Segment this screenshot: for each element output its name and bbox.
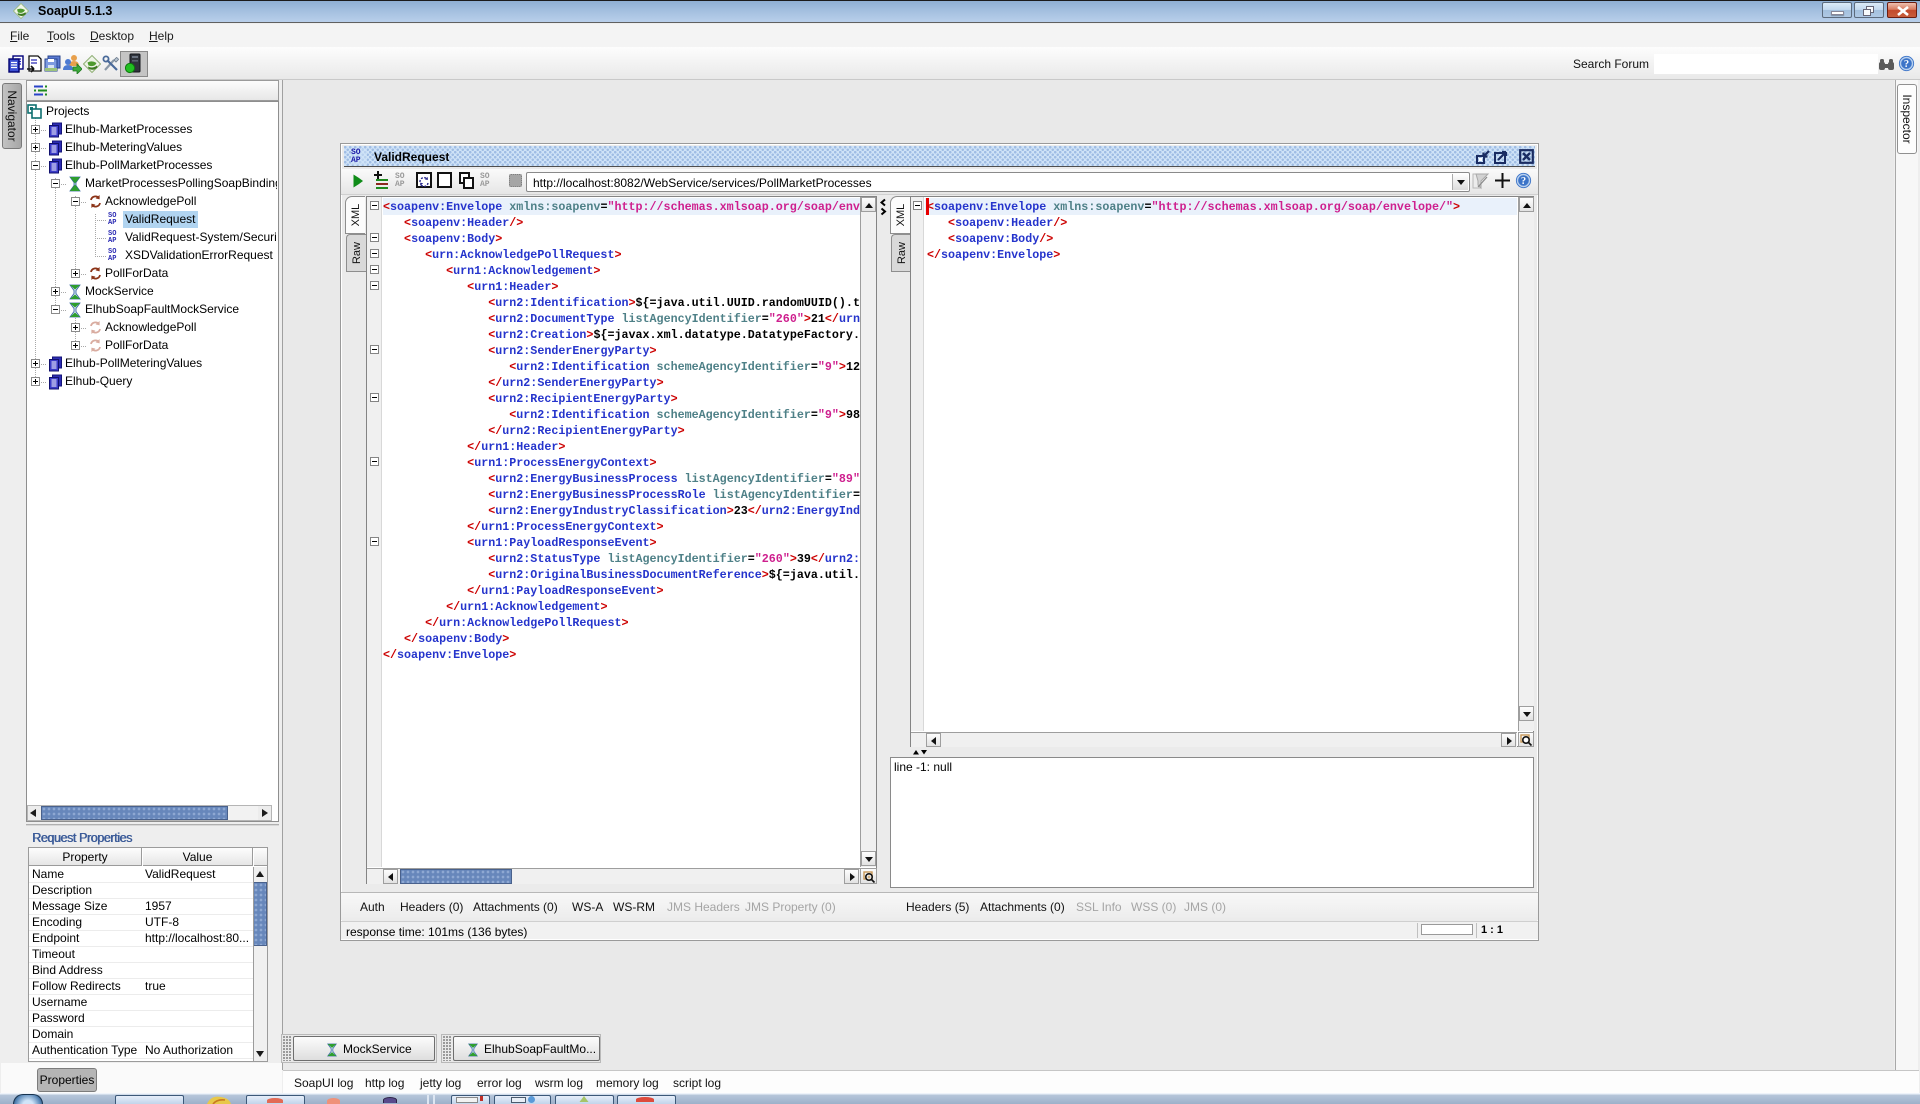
svg-text:?: ? <box>1904 59 1909 70</box>
svg-text:?: ? <box>1521 176 1526 187</box>
